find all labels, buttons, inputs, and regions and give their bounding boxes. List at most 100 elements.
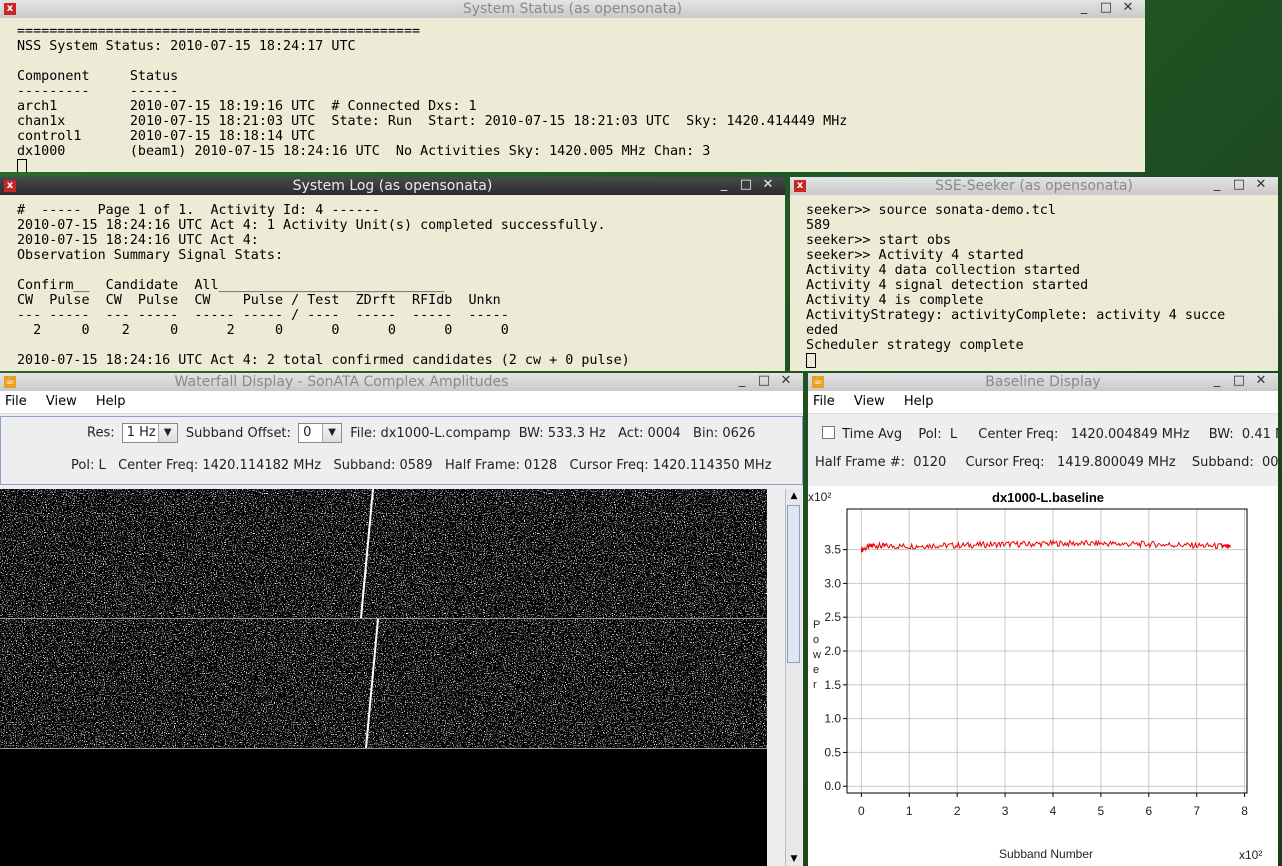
terminal-line: Component Status xyxy=(17,69,179,84)
status-titlebar[interactable]: x System Status (as opensonata) _ □ ✕ xyxy=(0,0,1145,19)
x-exponent-label: x10² xyxy=(1239,848,1262,862)
menu-help[interactable]: Help xyxy=(96,391,126,413)
menu-help[interactable]: Help xyxy=(904,391,934,413)
close-icon[interactable]: ✕ xyxy=(1117,0,1139,15)
x-tick-label: 8 xyxy=(1241,804,1248,818)
baseline-titlebar[interactable]: ☕ Baseline Display _ □ ✕ xyxy=(808,373,1278,392)
x-tick-label: 1 xyxy=(906,804,913,818)
close-icon[interactable]: ✕ xyxy=(757,177,779,192)
freq-info: Pol: L Center Freq: 1420.114182 MHz Subb… xyxy=(71,458,772,473)
menu-file[interactable]: File xyxy=(5,391,27,413)
terminal-line: 2010-07-15 18:24:16 UTC Act 4: 2 total c… xyxy=(17,353,630,368)
close-icon[interactable]: ✕ xyxy=(1250,373,1272,388)
y-tick-label: 3.5 xyxy=(824,543,841,557)
terminal-line: Observation Summary Signal Stats: xyxy=(17,248,284,263)
terminal-line: ========================================… xyxy=(17,24,421,39)
time-avg-checkbox[interactable] xyxy=(822,426,835,439)
close-icon[interactable]: ✕ xyxy=(1250,177,1272,192)
waterfall-scrollbar[interactable]: ▲ ▼ xyxy=(785,489,802,866)
y-tick-label: 2.5 xyxy=(824,610,841,624)
terminal-line: CW Pulse CW Pulse CW Pulse / Test ZDrft … xyxy=(17,293,501,308)
log-title: System Log (as opensonata) xyxy=(292,178,493,194)
menu-view[interactable]: View xyxy=(854,391,885,413)
waterfall-window: ☕ Waterfall Display - SonATA Complex Amp… xyxy=(0,373,803,866)
terminal-line: seeker>> start obs xyxy=(806,233,952,248)
x-tick-label: 2 xyxy=(954,804,961,818)
minimize-icon[interactable]: _ xyxy=(731,373,753,388)
minimize-icon[interactable]: _ xyxy=(713,177,735,192)
terminal-line: control1 2010-07-15 18:18:14 UTC xyxy=(17,129,316,144)
log-titlebar[interactable]: x System Log (as opensonata) _ □ ✕ xyxy=(0,177,785,196)
y-axis-label-char: r xyxy=(813,679,817,691)
subband-offset-label: Subband Offset: xyxy=(185,425,291,441)
terminal-line: --------- ------ xyxy=(17,84,179,99)
waterfall-control-panel: Res: 1 Hz ▼ Subband Offset: 0 ▼ File: dx… xyxy=(0,416,803,485)
maximize-icon[interactable]: □ xyxy=(1228,373,1250,388)
terminal-line: Scheduler strategy complete xyxy=(806,338,1024,353)
baseline-chart[interactable]: 0 1 2 3 4 5 6 7 8 0.0 0.5 1.0 1.5 2.0 2.5 3.0 3.5 dx1000… xyxy=(808,486,1278,866)
log-terminal[interactable]: # ----- Page 1 of 1. Activity Id: 4 ----… xyxy=(0,195,785,371)
y-tick-label: 0.0 xyxy=(824,779,841,793)
baseline-menubar: File View Help xyxy=(808,391,1278,414)
minimize-icon[interactable]: _ xyxy=(1206,177,1228,192)
maximize-icon[interactable]: □ xyxy=(753,373,775,388)
status-title: System Status (as opensonata) xyxy=(462,1,683,17)
scroll-up-icon[interactable]: ▲ xyxy=(786,489,802,503)
seeker-titlebar[interactable]: x SSE-Seeker (as opensonata) _ □ ✕ xyxy=(790,177,1278,196)
status-terminal[interactable]: ========================================… xyxy=(0,18,1145,172)
minimize-icon[interactable]: _ xyxy=(1206,373,1228,388)
terminal-line: dx1000 (beam1) 2010-07-15 18:24:16 UTC N… xyxy=(17,144,711,159)
baseline-window: ☕ Baseline Display _ □ ✕ File View Help Ti… xyxy=(808,373,1278,866)
maximize-icon[interactable]: □ xyxy=(1228,177,1250,192)
baseline-info-panel: Time Avg Pol: L Center Freq: 1420.004849… xyxy=(808,416,1278,482)
chart-title: dx1000-L.baseline xyxy=(992,490,1104,505)
terminal-line: # ----- Page 1 of 1. Activity Id: 4 ----… xyxy=(17,203,380,218)
waterfall-titlebar[interactable]: ☕ Waterfall Display - SonATA Complex Amp… xyxy=(0,373,803,392)
seeker-terminal[interactable]: seeker>> source sonata-demo.tcl 589 seek… xyxy=(790,195,1278,371)
y-tick-label: 1.0 xyxy=(824,712,841,726)
scroll-down-icon[interactable]: ▼ xyxy=(786,854,802,864)
y-tick-label: 0.5 xyxy=(824,745,841,759)
y-exponent-label: x10² xyxy=(808,490,831,504)
y-axis-label-char: w xyxy=(812,649,821,661)
x-tick-label: 3 xyxy=(1002,804,1009,818)
maximize-icon[interactable]: □ xyxy=(1095,0,1117,15)
res-select[interactable]: 1 Hz ▼ xyxy=(121,423,178,443)
close-icon[interactable]: ✕ xyxy=(775,373,797,388)
y-axis-label-char: P xyxy=(813,619,820,631)
terminal-line: eded xyxy=(806,323,839,338)
menu-file[interactable]: File xyxy=(813,391,835,413)
subband-offset-value: 0 xyxy=(303,425,312,440)
terminal-line: NSS System Status: 2010-07-15 18:24:17 U… xyxy=(17,39,356,54)
terminal-line: seeker>> Activity 4 started xyxy=(806,248,1024,263)
time-avg-label: Time Avg xyxy=(842,427,903,442)
maximize-icon[interactable]: □ xyxy=(735,177,757,192)
minimize-icon[interactable]: _ xyxy=(1073,0,1095,15)
y-tick-label: 2.0 xyxy=(824,644,841,658)
terminal-line: chan1x 2010-07-15 18:21:03 UTC State: Ru… xyxy=(17,114,848,129)
chevron-down-icon: ▼ xyxy=(322,424,342,442)
center-freq-value: Center Freq: 1420.004849 MHz xyxy=(978,427,1190,442)
terminal-line: 589 xyxy=(806,218,831,233)
x-tick-label: 6 xyxy=(1145,804,1152,818)
terminal-line: 2 0 2 0 2 0 0 0 0 0 xyxy=(17,323,509,338)
terminal-line: seeker>> source sonata-demo.tcl xyxy=(806,203,1056,218)
x-axis-label: Subband Number xyxy=(999,847,1093,861)
terminal-cursor xyxy=(17,159,27,172)
pol-value: Pol: L xyxy=(918,427,958,442)
waterfall-canvas[interactable] xyxy=(0,489,767,866)
scroll-thumb[interactable] xyxy=(787,505,800,663)
menu-view[interactable]: View xyxy=(46,391,77,413)
y-axis-label-char: e xyxy=(813,664,819,676)
waterfall-title: Waterfall Display - SonATA Complex Ampli… xyxy=(174,374,509,390)
x-tick-label: 5 xyxy=(1098,804,1105,818)
half-frame-value: Half Frame #: 0120 xyxy=(815,455,947,470)
subband-offset-select[interactable]: 0 ▼ xyxy=(298,423,343,443)
cursor-freq-value: Cursor Freq: 1419.800049 MHz xyxy=(965,455,1176,470)
system-status-window: x System Status (as opensonata) _ □ ✕ ====… xyxy=(0,0,1145,172)
seeker-window: x SSE-Seeker (as opensonata) _ □ ✕ seeker>… xyxy=(790,177,1278,371)
x-tick-label: 4 xyxy=(1050,804,1057,818)
